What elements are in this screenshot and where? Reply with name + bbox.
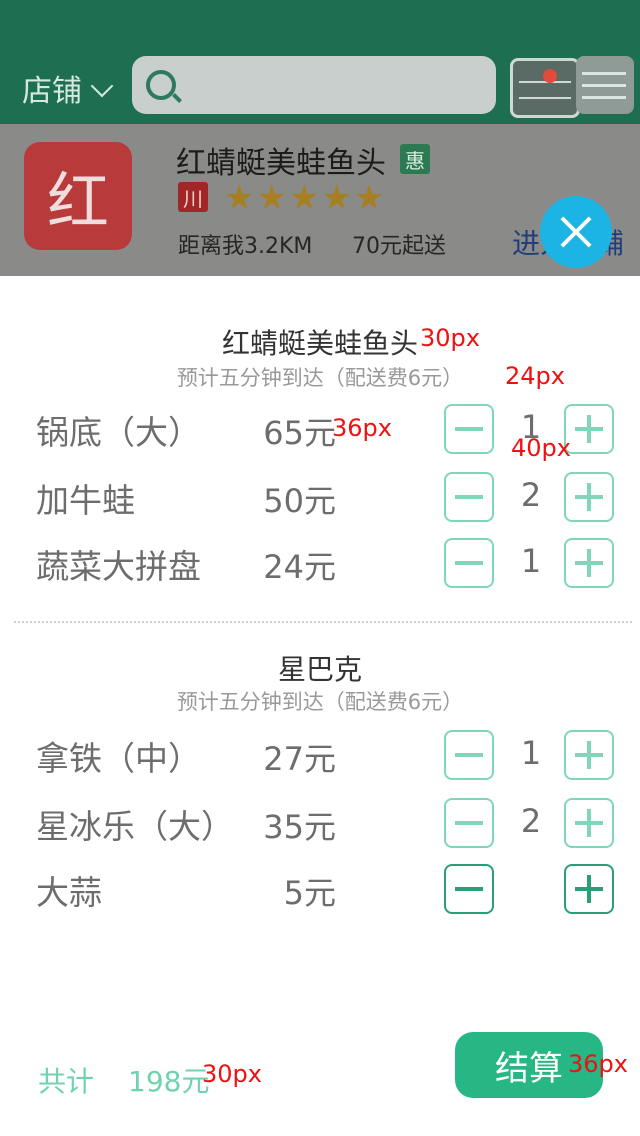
total-value: 198元	[128, 1065, 210, 1098]
item-name: 蔬菜大拼盘	[36, 547, 201, 586]
store-logo: 红	[24, 142, 132, 250]
increase-button[interactable]	[564, 472, 614, 522]
rating-stars: ★★★★★	[224, 178, 387, 218]
cuisine-badge: 川	[178, 182, 208, 212]
store-dropdown-label[interactable]: 店铺	[22, 66, 82, 110]
decrease-button[interactable]	[444, 864, 494, 914]
menu-line	[582, 84, 626, 87]
search-icon	[146, 70, 176, 100]
annotation-qty-size: 40px	[511, 434, 571, 462]
annotation-title-size: 30px	[420, 324, 480, 352]
item-price: 24元	[263, 548, 336, 586]
decrease-button[interactable]	[444, 472, 494, 522]
item-name: 星冰乐（大）	[36, 807, 234, 846]
increase-button[interactable]	[564, 404, 614, 454]
search-input[interactable]	[132, 56, 496, 114]
annotation-subtitle-size: 24px	[505, 362, 565, 390]
cart-sheet: 红蜻蜓美蛙鱼头 预计五分钟到达（配送费6元） 锅底（大） 65元 1 加牛蛙 5…	[0, 276, 640, 1136]
shop-delivery-info: 预计五分钟到达（配送费6元）	[176, 690, 464, 714]
increase-button[interactable]	[564, 798, 614, 848]
total-label: 共计	[38, 1065, 95, 1098]
item-name: 拿铁（中）	[36, 739, 201, 778]
decrease-button[interactable]	[444, 730, 494, 780]
annotation-total-size: 30px	[202, 1060, 262, 1088]
item-quantity: 1	[520, 542, 542, 580]
annotation-checkout-size: 36px	[568, 1050, 628, 1078]
increase-button[interactable]	[564, 538, 614, 588]
item-name: 锅底（大）	[36, 413, 201, 452]
promo-badge: 惠	[400, 144, 430, 174]
store-distance: 距离我3.2KM	[178, 234, 313, 259]
item-name: 加牛蛙	[36, 481, 135, 520]
store-name: 红蜻蜓美蛙鱼头	[176, 146, 386, 181]
top-header: 店铺	[0, 0, 640, 124]
store-min-order: 70元起送	[352, 234, 446, 259]
menu-line	[582, 72, 626, 75]
item-price: 35元	[263, 808, 336, 846]
map-button[interactable]	[510, 58, 580, 118]
item-price: 65元	[263, 414, 336, 452]
increase-button[interactable]	[564, 730, 614, 780]
item-price: 27元	[263, 740, 336, 778]
map-pin-icon	[543, 69, 557, 83]
shop-title: 星巴克	[277, 653, 362, 686]
decrease-button[interactable]	[444, 538, 494, 588]
increase-button[interactable]	[564, 864, 614, 914]
menu-line	[582, 96, 626, 99]
map-grid-line	[519, 97, 571, 99]
item-price: 50元	[263, 482, 336, 520]
item-quantity: 2	[520, 802, 542, 840]
item-name: 大蒜	[36, 873, 102, 912]
item-quantity: 1	[520, 734, 542, 772]
item-quantity: 2	[520, 476, 542, 514]
store-card: 红 红蜻蜓美蛙鱼头 惠 川 ★★★★★ 距离我3.2KM 70元起送 进入店铺	[0, 124, 640, 276]
close-icon[interactable]	[540, 196, 612, 268]
shop-title: 红蜻蜓美蛙鱼头	[221, 327, 418, 360]
chevron-down-icon[interactable]	[90, 74, 114, 98]
decrease-button[interactable]	[444, 404, 494, 454]
menu-button[interactable]	[576, 56, 634, 114]
annotation-price-size: 36px	[332, 414, 392, 442]
section-divider	[14, 621, 632, 623]
item-price: 5元	[283, 874, 336, 912]
decrease-button[interactable]	[444, 798, 494, 848]
